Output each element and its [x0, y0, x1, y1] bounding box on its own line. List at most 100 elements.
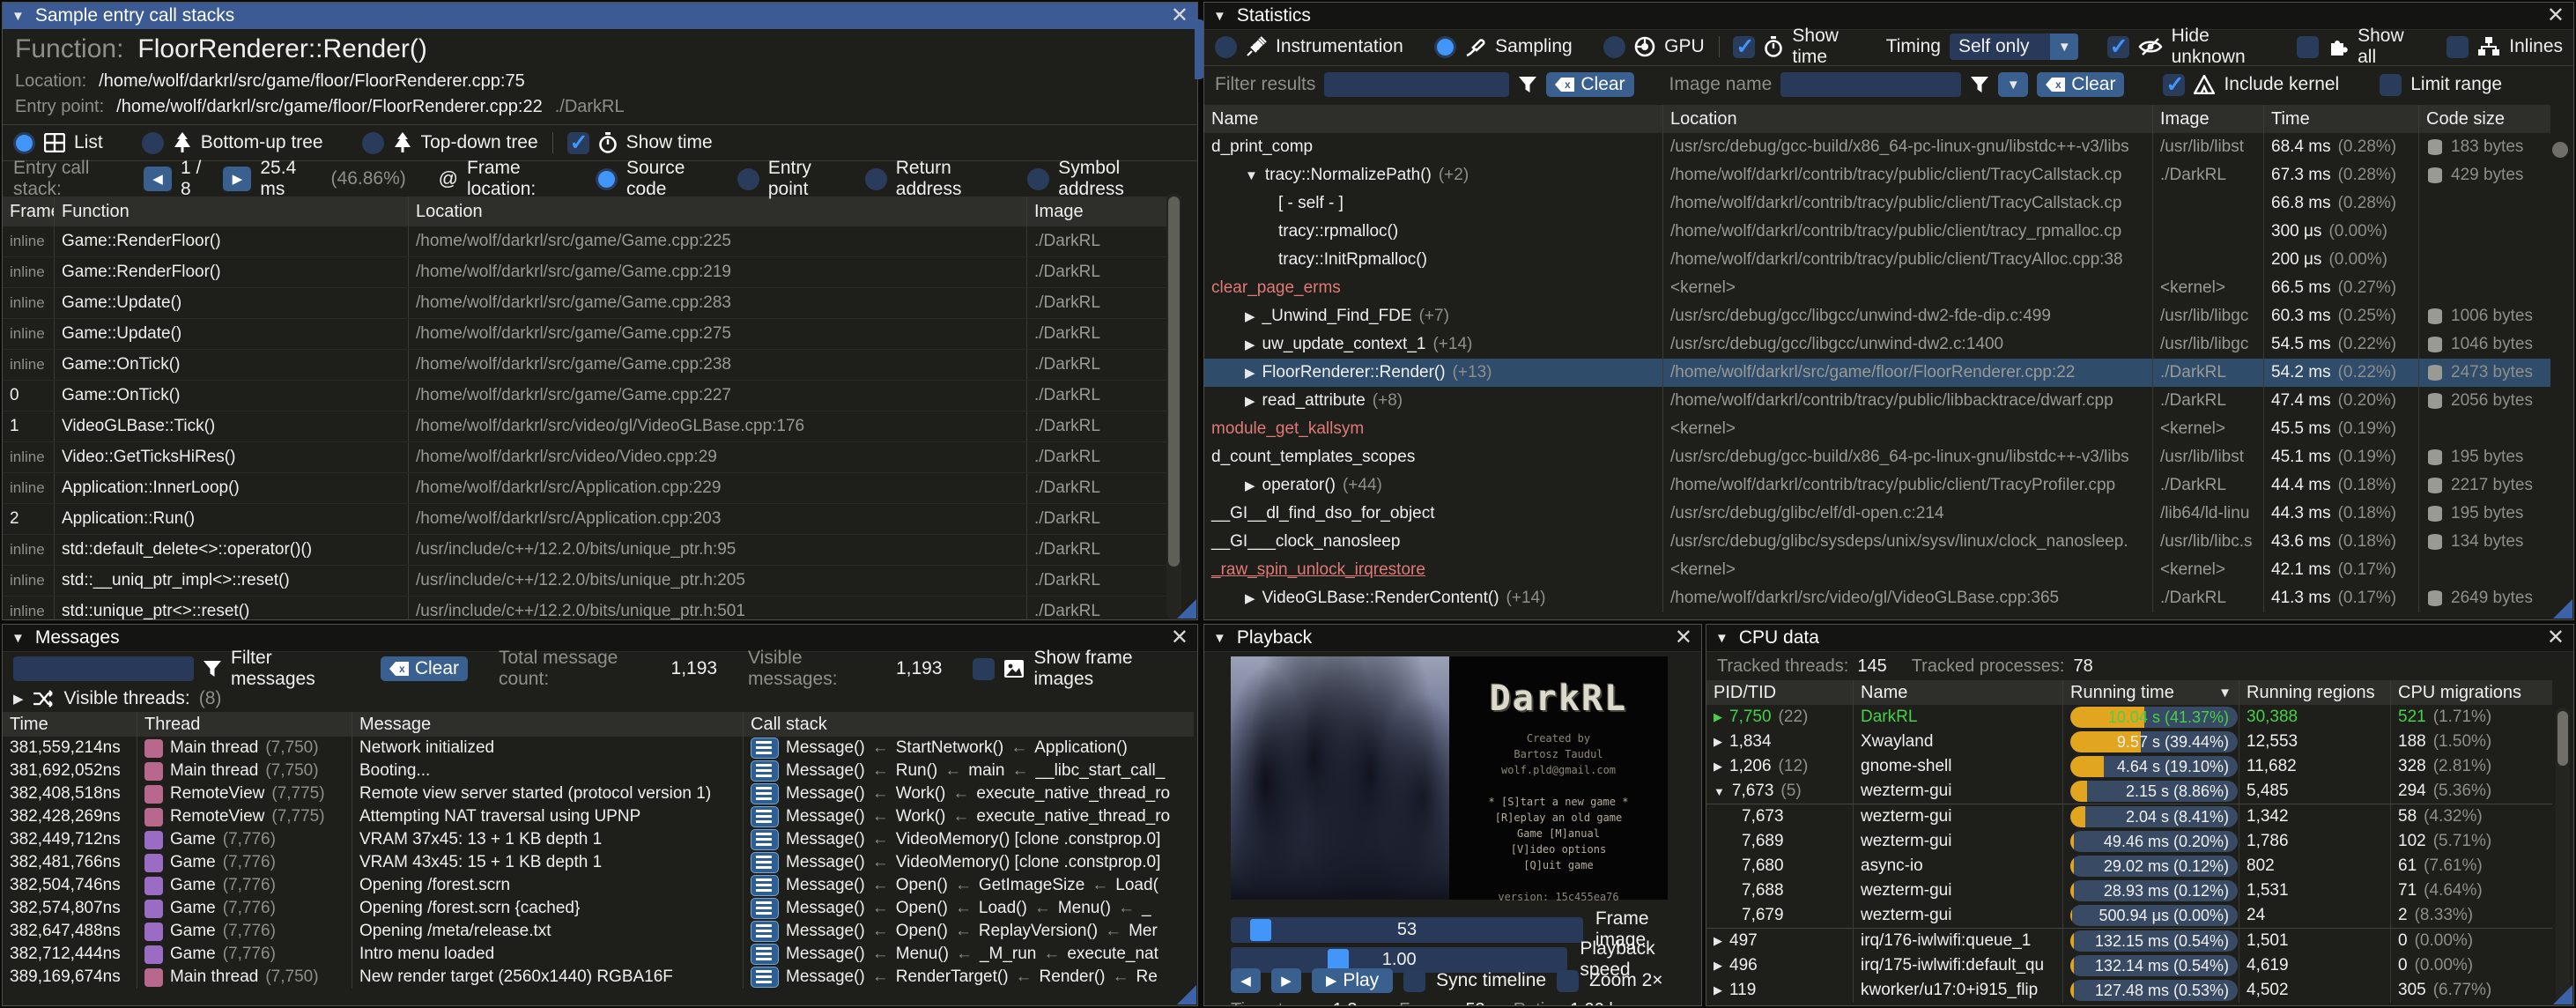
column-header-name[interactable]: Name [1853, 680, 2062, 705]
expand-icon[interactable]: ▶ [1245, 308, 1255, 324]
next-stack-button[interactable]: ▶ [223, 167, 251, 191]
column-header-function[interactable]: Function [54, 196, 408, 226]
sample-table-row[interactable]: inlinestd::__uniq_ptr_impl<>::reset()/us… [3, 566, 1181, 597]
show-time-checkbox[interactable] [1733, 36, 1755, 58]
column-header-image[interactable]: Image [1026, 196, 1181, 226]
call-stack-button[interactable] [751, 921, 779, 942]
clear-messages-button[interactable]: x Clear [381, 656, 468, 681]
stats-table-row[interactable]: clear_page_erms<kernel><kernel>66.5 ms(0… [1204, 274, 2550, 302]
close-icon[interactable]: ✕ [1171, 5, 1188, 26]
expand-icon[interactable]: ▶ [1245, 478, 1255, 493]
message-row[interactable]: 382,647,488nsGame(7,776)Opening /meta/re… [3, 920, 1194, 943]
prev-stack-button[interactable]: ◀ [144, 167, 172, 191]
column-header-time[interactable]: Time [3, 712, 137, 737]
cpu-row[interactable]: 7,688wezterm-gui28.93 ms (0.12%)1,53171(… [1706, 878, 2552, 903]
filter-results-input[interactable] [1324, 72, 1509, 97]
cpu-scrollbar[interactable] [2557, 711, 2568, 766]
expand-icon[interactable]: ▶ [13, 691, 24, 707]
column-header-time[interactable]: Time [2263, 105, 2418, 133]
message-row[interactable]: 382,428,269nsRemoteView(7,775)Attempting… [3, 805, 1194, 828]
sample-table-row[interactable]: inlinestd::default_delete<>::operator()(… [3, 535, 1181, 566]
close-icon[interactable]: ✕ [1171, 627, 1188, 649]
stats-table-row[interactable]: d_print_comp/usr/src/debug/gcc-build/x86… [1204, 133, 2550, 161]
message-row[interactable]: 382,408,518nsRemoteView(7,775)Remote vie… [3, 782, 1194, 805]
column-header-pid-tid[interactable]: PID/TID [1706, 680, 1853, 705]
call-stack-button[interactable] [751, 806, 779, 827]
sync-timeline-checkbox[interactable] [1403, 970, 1425, 992]
column-header-call-stack[interactable]: Call stack [743, 712, 1194, 737]
stats-table-row[interactable]: __GI___clock_nanosleep/usr/src/debug/gli… [1204, 528, 2550, 556]
show-time-checkbox[interactable] [567, 132, 589, 154]
resize-grip[interactable] [2553, 599, 2572, 619]
list-radio[interactable] [13, 132, 35, 154]
column-header-image[interactable]: Image [2152, 105, 2263, 133]
sample-scrollbar[interactable] [1168, 196, 1180, 567]
collapse-icon[interactable]: ▼ [1714, 785, 1725, 798]
message-row[interactable]: 382,574,807nsGame(7,776)Opening /forest.… [3, 897, 1194, 920]
limit-range-checkbox[interactable] [2380, 74, 2402, 96]
sample-table-row[interactable]: 2Application::Run()/home/wolf/darkrl/src… [3, 504, 1181, 535]
stats-table-row[interactable]: ▶read_attribute(+8)/home/wolf/darkrl/con… [1204, 387, 2550, 415]
call-stack-button[interactable] [751, 967, 779, 988]
frame-location-radio-return-address[interactable] [865, 168, 887, 190]
stats-table-row[interactable]: __GI__dl_find_dso_for_object/usr/src/deb… [1204, 500, 2550, 528]
sample-table-row[interactable]: inlineApplication::InnerLoop()/home/wolf… [3, 473, 1181, 504]
expand-icon[interactable]: ▶ [1714, 760, 1722, 774]
call-stack-button[interactable] [751, 852, 779, 873]
inlines-checkbox[interactable] [2446, 36, 2469, 58]
call-stack-button[interactable] [751, 783, 779, 804]
instrumentation-radio[interactable] [1215, 36, 1237, 58]
stats-table-row[interactable]: ▶operator()(+44)/home/wolf/darkrl/contri… [1204, 471, 2550, 500]
clear-filter-button[interactable]: x Clear [1546, 72, 1633, 97]
sample-table-row[interactable]: inlineVideo::GetTicksHiRes()/home/wolf/d… [3, 442, 1181, 473]
collapse-icon[interactable]: ▼ [1715, 631, 1728, 646]
cpu-row[interactable]: ▶496irq/175-iwlwifi:default_qu132.14 ms … [1706, 953, 2552, 978]
message-row[interactable]: 382,712,444nsGame(7,776)Intro menu loade… [3, 943, 1194, 966]
column-header-thread[interactable]: Thread [137, 712, 352, 737]
sample-table-row[interactable]: 1VideoGLBase::Tick()/home/wolf/darkrl/sr… [3, 411, 1181, 442]
zoom-checkbox[interactable] [1557, 970, 1579, 992]
column-header-running-time[interactable]: Running time▼ [2062, 680, 2239, 705]
collapse-icon[interactable]: ▼ [11, 631, 25, 646]
next-frame-button[interactable]: ▶ [1271, 968, 1301, 993]
cpu-row[interactable]: ▶7,750(22)DarkRL10.04 s (41.37%)30,38852… [1706, 705, 2552, 730]
message-filter-input[interactable] [13, 656, 194, 681]
cpu-row[interactable]: ▶119kworker/u17:0+i915_flip127.48 ms (0.… [1706, 978, 2552, 1003]
stats-table-row[interactable]: tracy::InitRpmalloc()/home/wolf/darkrl/c… [1204, 246, 2550, 274]
sample-table-row[interactable]: inlineGame::RenderFloor()/home/wolf/dark… [3, 226, 1181, 257]
sample-table-row[interactable]: inlineGame::Update()/home/wolf/darkrl/sr… [3, 288, 1181, 319]
collapse-icon[interactable]: ▼ [11, 9, 25, 24]
cpu-row[interactable]: ▼7,673(5)wezterm-gui2.15 s (8.86%)5,4852… [1706, 779, 2552, 804]
top-down-radio[interactable] [362, 132, 384, 154]
expand-icon[interactable]: ▶ [1714, 983, 1722, 997]
stats-scrollbar[interactable] [2552, 142, 2568, 158]
gpu-radio[interactable] [1603, 36, 1625, 58]
include-kernel-checkbox[interactable] [2163, 74, 2185, 96]
call-stack-button[interactable] [751, 898, 779, 919]
image-filter-dropdown[interactable]: ▼ [1998, 72, 2028, 97]
message-row[interactable]: 382,449,712nsGame(7,776)VRAM 37x45: 13 +… [3, 828, 1194, 851]
close-icon[interactable]: ✕ [1675, 627, 1692, 649]
stats-table-row[interactable]: module_get_kallsym<kernel><kernel>45.5 m… [1204, 415, 2550, 443]
funnel-icon[interactable] [1970, 75, 1989, 94]
cpu-row[interactable]: 7,679wezterm-gui500.94 μs (0.00%)242(8.3… [1706, 903, 2552, 928]
expand-icon[interactable]: ▶ [1714, 959, 1722, 973]
sample-table-row[interactable]: inlineGame::RenderFloor()/home/wolf/dark… [3, 257, 1181, 288]
column-header-running-regions[interactable]: Running regions [2239, 680, 2390, 705]
message-row[interactable]: 389,169,674nsMain thread(7,750)New rende… [3, 966, 1194, 989]
message-row[interactable]: 381,559,214nsMain thread(7,750)Network i… [3, 737, 1194, 760]
message-row[interactable]: 382,504,746nsGame(7,776)Opening /forest.… [3, 874, 1194, 897]
call-stack-button[interactable] [751, 829, 779, 850]
cpu-row[interactable]: 7,673wezterm-gui2.04 s (8.41%)1,34258(4.… [1706, 804, 2552, 829]
message-row[interactable]: 382,481,766nsGame(7,776)VRAM 43x45: 15 +… [3, 851, 1194, 874]
sample-table-row[interactable]: inlineGame::Update()/home/wolf/darkrl/sr… [3, 319, 1181, 350]
show-frame-images-checkbox[interactable] [973, 658, 995, 680]
expand-icon[interactable]: ▶ [1714, 710, 1722, 724]
stats-table-row[interactable]: ▶_Unwind_Find_FDE(+7)/usr/src/debug/gcc/… [1204, 302, 2550, 330]
cpu-row[interactable]: 7,689wezterm-gui49.46 ms (0.20%)1,786102… [1706, 829, 2552, 854]
close-icon[interactable]: ✕ [2547, 627, 2565, 649]
collapse-icon[interactable]: ▼ [1213, 631, 1226, 646]
column-header-code-size[interactable]: Code size [2418, 105, 2550, 133]
column-header-cpu-migrations[interactable]: CPU migrations [2390, 680, 2552, 705]
frame-location-radio-entry-point[interactable] [737, 168, 759, 190]
